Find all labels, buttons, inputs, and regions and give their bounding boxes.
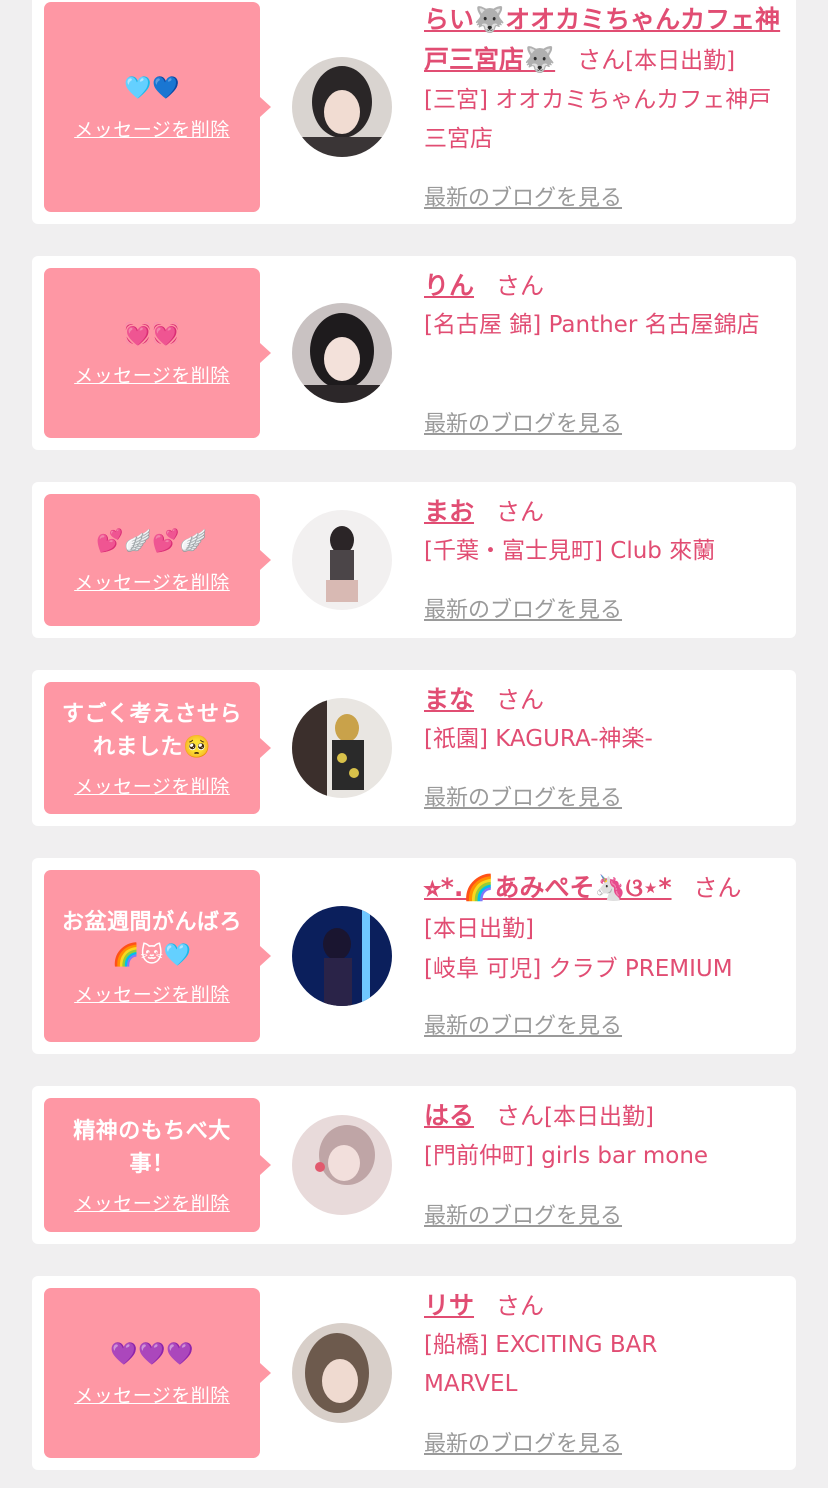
shop-info: [名古屋 錦] Panther 名古屋錦店 <box>424 312 760 338</box>
san-suffix: さん <box>496 272 545 300</box>
avatar[interactable] <box>292 698 392 798</box>
cast-info: はる さん[本日出勤] [門前仲町] girls bar mone <box>424 1096 792 1176</box>
cast-info: ⭐︎*.🌈あみぺそ🦄ଓ⋆* さん [本日出勤] [岐阜 可児] クラブ PREMI… <box>424 868 792 989</box>
message-card: 💕🪽💕🪽 メッセージを削除 まお さん [千葉・富士見町] Club 來蘭 最新の… <box>32 482 796 638</box>
delete-message-link[interactable]: メッセージを削除 <box>74 980 230 1007</box>
delete-message-link[interactable]: メッセージを削除 <box>74 361 230 388</box>
cast-name-link[interactable]: りん <box>424 271 474 300</box>
message-bubble: お盆週間がんばろ🌈🐱🩵 メッセージを削除 <box>44 870 271 1042</box>
cast-info: リサ さん [船橋] EXCITING BAR MARVEL <box>424 1286 792 1404</box>
avatar[interactable] <box>292 57 392 157</box>
message-text: 💜💜💜 <box>110 1342 194 1367</box>
delete-message-link[interactable]: メッセージを削除 <box>74 115 230 142</box>
delete-message-link[interactable]: メッセージを削除 <box>74 1381 230 1408</box>
blog-link[interactable]: 最新のブログを見る <box>424 1198 622 1230</box>
san-suffix: さん <box>577 46 626 74</box>
message-card: 精神のもちべ大事！ メッセージを削除 はる さん[本日出勤] [門前仲町] gir… <box>32 1086 796 1244</box>
message-text: すごく考えさせられました🥺 <box>62 701 243 760</box>
status-badge: [本日出勤] <box>544 1104 654 1130</box>
message-bubble: 💜💜💜 メッセージを削除 <box>44 1288 271 1458</box>
status-badge: [本日出勤] <box>424 916 534 942</box>
message-bubble: 🩵💙 メッセージを削除 <box>44 2 271 212</box>
message-bubble: 精神のもちべ大事！ メッセージを削除 <box>44 1098 271 1232</box>
delete-message-link[interactable]: メッセージを削除 <box>74 1189 230 1216</box>
avatar[interactable] <box>292 1323 392 1423</box>
message-text: お盆週間がんばろ🌈🐱🩵 <box>61 909 242 968</box>
cast-info: まお さん [千葉・富士見町] Club 來蘭 <box>424 492 792 571</box>
message-bubble: すごく考えさせられました🥺 メッセージを削除 <box>44 682 271 814</box>
cast-info: まな さん [祇園] KAGURA-神楽- <box>424 680 792 759</box>
message-text: 💕🪽💕🪽 <box>96 529 208 554</box>
message-card: 🩵💙 メッセージを削除 らい🐺オオカミちゃんカフェ神戸三宮店🐺 さん[本日出勤] … <box>32 0 796 224</box>
san-suffix: さん <box>496 498 545 526</box>
shop-info: [千葉・富士見町] Club 來蘭 <box>424 538 716 564</box>
shop-info: [門前仲町] girls bar mone <box>424 1143 709 1169</box>
shop-info: [祇園] KAGURA-神楽- <box>424 726 653 752</box>
san-suffix: さん <box>693 874 742 902</box>
shop-info: [三宮] オオカミちゃんカフェ神戸三宮店 <box>424 87 772 152</box>
avatar[interactable] <box>292 303 392 403</box>
message-bubble: 💓💓 メッセージを削除 <box>44 268 271 438</box>
status-badge: [本日出勤] <box>625 48 736 74</box>
blog-link[interactable]: 最新のブログを見る <box>424 780 622 812</box>
avatar[interactable] <box>292 510 392 610</box>
cast-name-link[interactable]: ⭐︎*.🌈あみぺそ🦄ଓ⋆* <box>424 873 672 902</box>
shop-info: [船橋] EXCITING BAR MARVEL <box>424 1332 658 1397</box>
avatar[interactable] <box>292 1115 392 1215</box>
message-text: 🩵💙 <box>124 76 180 101</box>
message-card: 💓💓 メッセージを削除 りん さん [名古屋 錦] Panther 名古屋錦店 最… <box>32 256 796 450</box>
avatar[interactable] <box>292 906 392 1006</box>
message-text: 💓💓 <box>124 322 180 347</box>
delete-message-link[interactable]: メッセージを削除 <box>74 568 230 595</box>
message-card: 💜💜💜 メッセージを削除 リサ さん [船橋] EXCITING BAR MARV… <box>32 1276 796 1470</box>
message-card: お盆週間がんばろ🌈🐱🩵 メッセージを削除 ⭐︎*.🌈あみぺそ🦄ଓ⋆* さん [本日… <box>32 858 796 1054</box>
blog-link[interactable]: 最新のブログを見る <box>424 180 622 212</box>
blog-link[interactable]: 最新のブログを見る <box>424 592 622 624</box>
san-suffix: さん <box>496 686 545 714</box>
san-suffix: さん <box>496 1292 545 1320</box>
cast-info: らい🐺オオカミちゃんカフェ神戸三宮店🐺 さん[本日出勤] [三宮] オオカミちゃん… <box>424 0 792 159</box>
blog-link[interactable]: 最新のブログを見る <box>424 406 622 438</box>
message-bubble: 💕🪽💕🪽 メッセージを削除 <box>44 494 271 626</box>
cast-name-link[interactable]: リサ <box>424 1291 474 1320</box>
blog-link[interactable]: 最新のブログを見る <box>424 1426 622 1458</box>
shop-info: [岐阜 可児] クラブ PREMIUM <box>424 956 733 982</box>
message-text: 精神のもちべ大事！ <box>73 1118 231 1177</box>
cast-name-link[interactable]: はる <box>424 1101 474 1130</box>
san-suffix: さん <box>496 1102 545 1130</box>
cast-name-link[interactable]: まな <box>424 685 474 714</box>
delete-message-link[interactable]: メッセージを削除 <box>74 772 230 799</box>
message-card: すごく考えさせられました🥺 メッセージを削除 まな さん [祇園] KAGURA-… <box>32 670 796 826</box>
blog-link[interactable]: 最新のブログを見る <box>424 1008 622 1040</box>
cast-info: りん さん [名古屋 錦] Panther 名古屋錦店 <box>424 266 792 345</box>
cast-name-link[interactable]: まお <box>424 497 474 526</box>
